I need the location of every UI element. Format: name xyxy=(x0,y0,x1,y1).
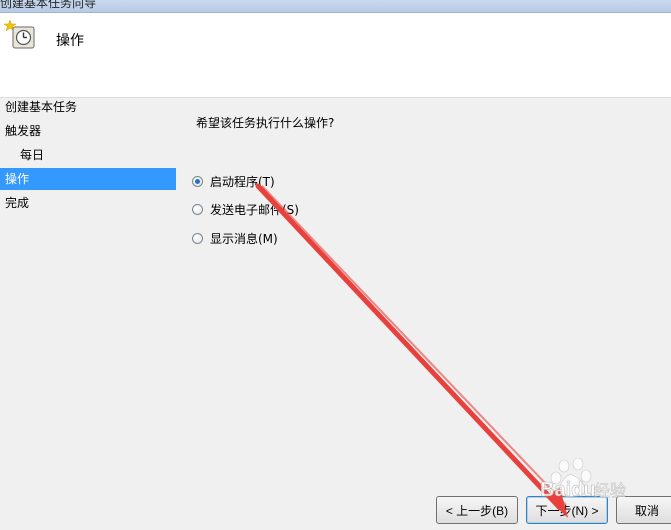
sidebar-item-create-basic-task[interactable]: 创建基本任务 xyxy=(0,96,77,118)
action-question: 希望该任务执行什么操作? xyxy=(196,116,335,130)
radio-show-message[interactable] xyxy=(192,232,203,244)
option-send-email[interactable]: 发送电子邮件(S) xyxy=(192,200,299,218)
sidebar-item-finish[interactable]: 完成 xyxy=(0,192,29,214)
radio-start-program[interactable] xyxy=(192,175,203,187)
sidebar-item-label: 操作 xyxy=(5,172,30,186)
option-start-program[interactable]: 启动程序(T) xyxy=(192,172,275,190)
window-title-bar: 创建基本任务向导 xyxy=(0,0,671,13)
option-label: 启动程序(T) xyxy=(210,174,275,189)
sidebar-item-daily[interactable]: 每日 xyxy=(0,144,44,166)
cancel-button[interactable]: 取消 xyxy=(616,496,671,524)
sidebar-item-label: 创建基本任务 xyxy=(5,100,78,114)
sidebar-item-label: 完成 xyxy=(5,196,30,210)
wizard-header: 操作 xyxy=(0,13,671,98)
page-title: 操作 xyxy=(56,33,84,49)
wizard-step-list: 创建基本任务 触发器 每日 操作 完成 xyxy=(0,96,180,530)
sidebar-item-label: 每日 xyxy=(20,148,45,162)
option-label: 发送电子邮件(S) xyxy=(210,202,299,217)
sidebar-item-label: 触发器 xyxy=(5,124,42,138)
sidebar-item-trigger[interactable]: 触发器 xyxy=(0,120,41,142)
option-show-message[interactable]: 显示消息(M) xyxy=(192,229,278,247)
sidebar-item-action[interactable]: 操作 xyxy=(0,168,176,190)
next-button[interactable]: 下一步(N) > xyxy=(526,496,608,524)
option-label: 显示消息(M) xyxy=(210,231,278,246)
task-scheduler-clock-icon xyxy=(4,19,35,49)
radio-send-email[interactable] xyxy=(192,203,203,215)
window-title: 创建基本任务向导 xyxy=(0,0,97,10)
wizard-content: 希望该任务执行什么操作? 启动程序(T) 发送电子邮件(S) 显示消息(M) xyxy=(180,96,671,530)
back-button[interactable]: < 上一步(B) xyxy=(436,496,518,524)
